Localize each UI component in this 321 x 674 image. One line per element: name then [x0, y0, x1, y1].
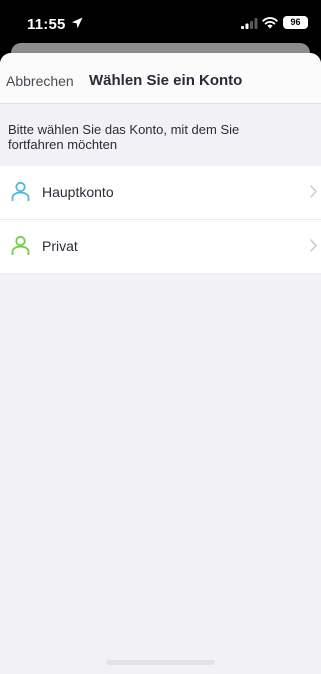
battery-icon: 96: [283, 16, 308, 29]
wifi-icon: [262, 17, 278, 29]
account-label: Hauptkonto: [42, 184, 114, 200]
nav-bar: Abbrechen Wählen Sie ein Konto: [0, 53, 321, 104]
account-row-hauptkonto[interactable]: Hauptkonto: [0, 166, 321, 220]
user-icon: [11, 235, 30, 255]
page-title: Wählen Sie ein Konto: [89, 72, 243, 89]
instruction-text: Bitte wählen Sie das Konto, mit dem Sie …: [8, 122, 240, 152]
status-bar: 11:55 96: [0, 0, 321, 44]
cancel-button[interactable]: Abbrechen: [6, 73, 74, 89]
home-indicator: [106, 660, 215, 665]
location-arrow-icon: [71, 17, 83, 29]
account-picker-sheet: Abbrechen Wählen Sie ein Konto Bitte wäh…: [0, 53, 321, 674]
chevron-right-icon: [310, 185, 317, 198]
user-icon: [11, 181, 30, 201]
account-row-privat[interactable]: Privat: [0, 220, 321, 274]
account-label: Privat: [42, 238, 78, 254]
account-list: Hauptkonto Privat: [0, 166, 321, 274]
status-time: 11:55: [27, 16, 66, 33]
signal-icon: [241, 18, 258, 29]
chevron-right-icon: [310, 239, 317, 252]
screen: 11:55 96 Abbrechen Wählen Sie ein Konto …: [0, 0, 321, 674]
